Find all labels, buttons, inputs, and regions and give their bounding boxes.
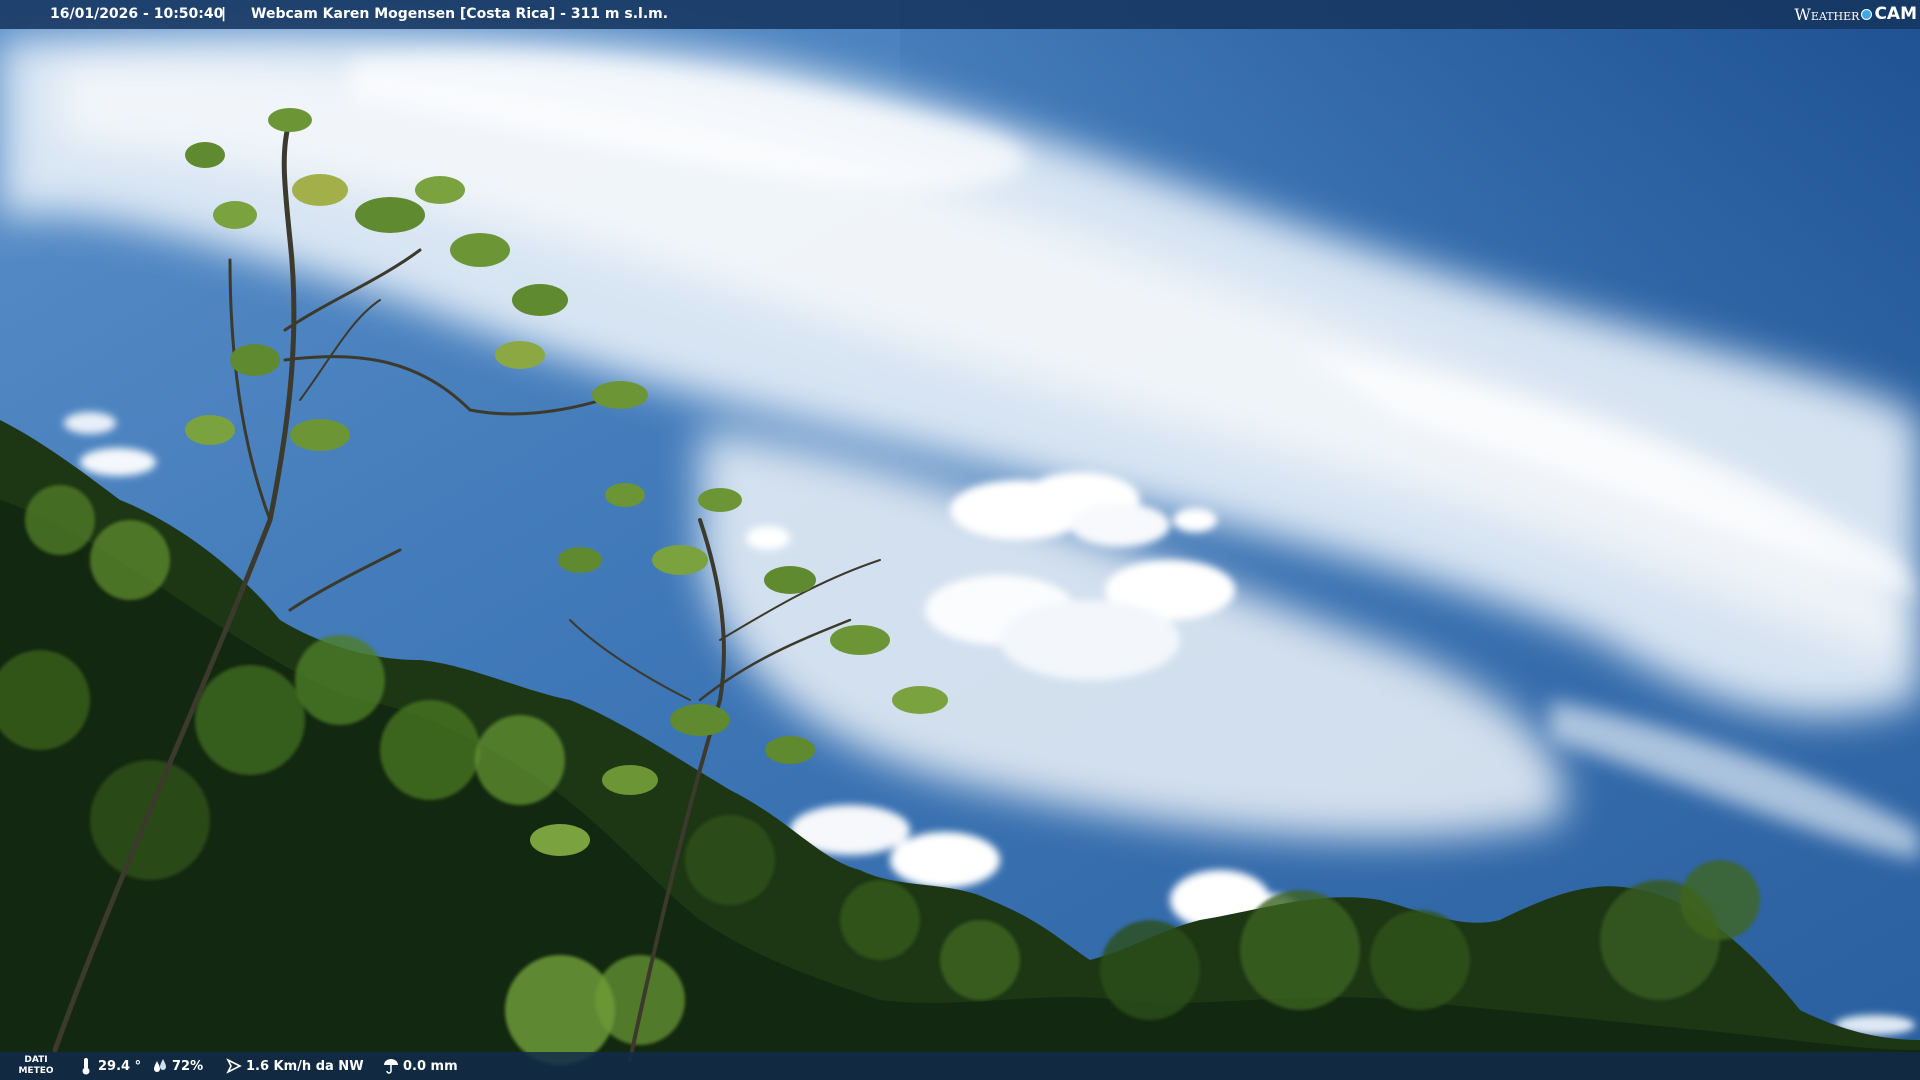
timestamp: 16/01/2026 - 10:50:40 [50,6,224,22]
temperature-value: 29.4 ° [98,1058,142,1074]
wind-reading: 1.6 Km/h da NW [226,1057,364,1075]
weather-data-label-line1: DATI [24,1055,48,1065]
logo-weather-text: Weather [1794,4,1860,24]
weathercam-logo: Weather CAM [1794,3,1917,25]
weather-data-bar: DATI METEO 29.4 ° 72% 1.6 Km/h da NW 0.0… [0,1052,1920,1080]
rain-reading: 0.0 mm [383,1057,458,1075]
humidity-reading: 72% [152,1057,203,1075]
humidity-drops-icon [154,1059,166,1072]
webcam-image [0,0,1920,1080]
top-info-bar: 16/01/2026 - 10:50:40 | Webcam Karen Mog… [0,0,1920,29]
weather-data-label: DATI METEO [14,1055,58,1077]
wind-direction-icon [226,1058,242,1074]
webcam-caption: Webcam Karen Mogensen [Costa Rica] - 311… [251,6,669,22]
header-separator: | [221,6,227,22]
logo-dot-icon [1861,8,1873,20]
logo-cam-text: CAM [1874,4,1917,24]
rain-value: 0.0 mm [403,1058,458,1074]
humidity-value: 72% [172,1058,204,1074]
umbrella-icon [384,1059,398,1074]
thermometer-icon [82,1058,90,1075]
wind-value: 1.6 Km/h da NW [246,1058,364,1074]
temperature-reading: 29.4 ° [78,1057,141,1075]
weather-data-label-line2: METEO [18,1066,54,1076]
